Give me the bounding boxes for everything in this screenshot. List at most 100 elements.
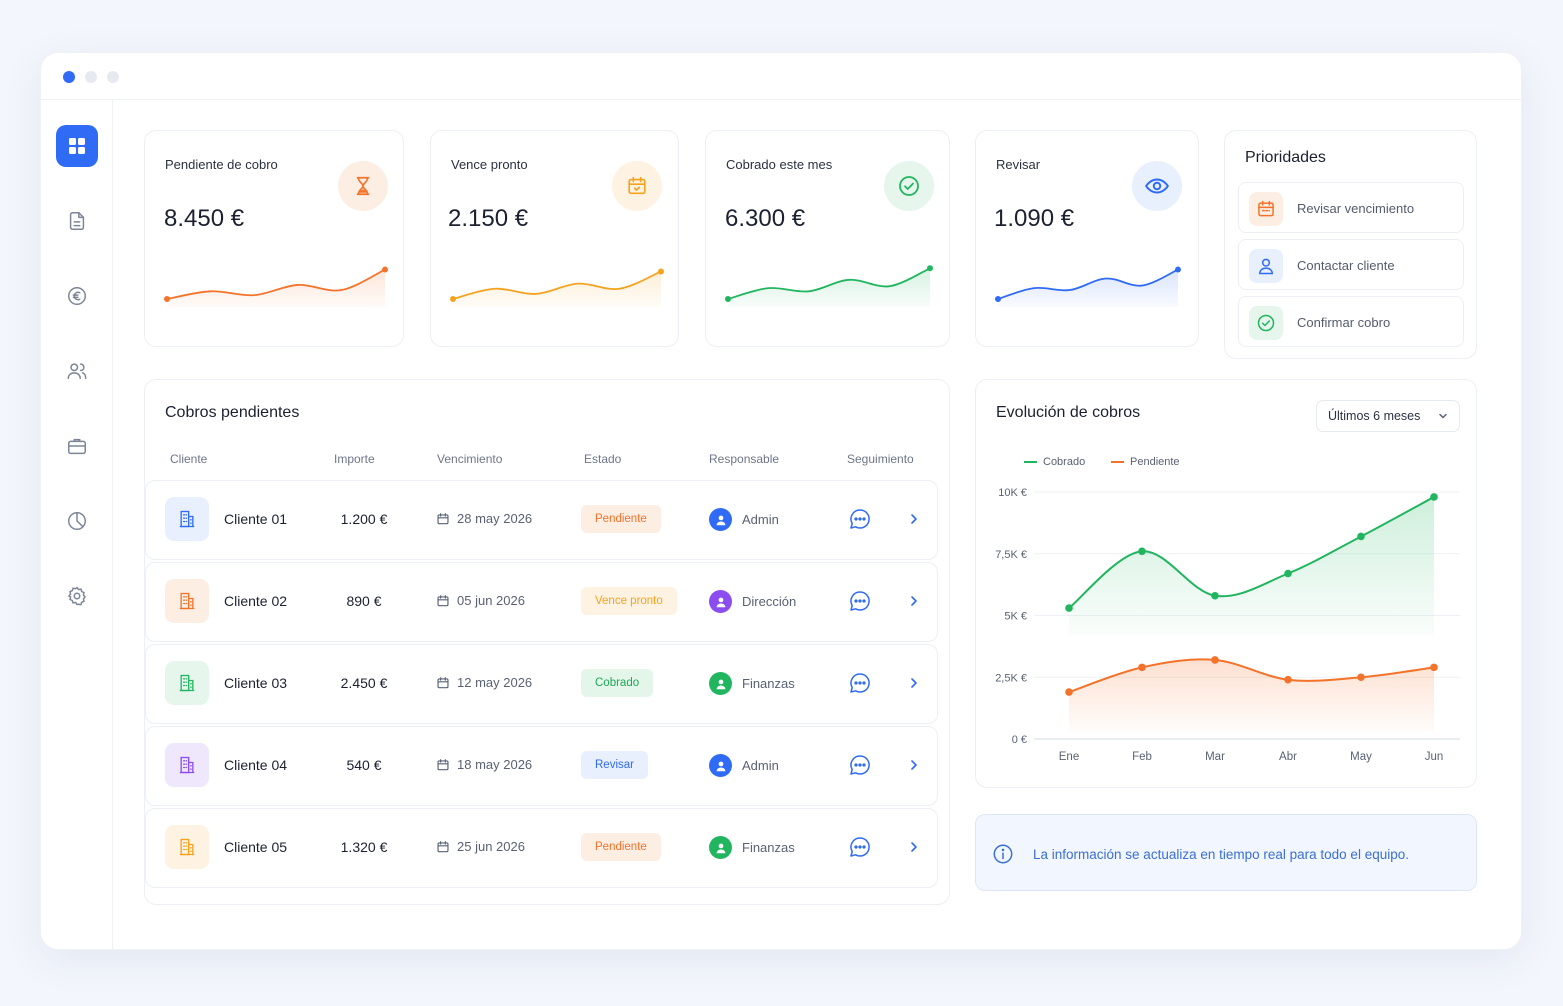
- due-date: 18 may 2026: [436, 757, 532, 772]
- data-point[interactable]: [1138, 663, 1146, 672]
- owner-name: Admin: [742, 512, 779, 527]
- window-dot-active[interactable]: [63, 71, 75, 83]
- info-banner: La información se actualiza en tiempo re…: [975, 814, 1477, 891]
- kpi-sparkline: [164, 266, 388, 307]
- collections-table-card: Cobros pendientes Cliente Importe Vencim…: [144, 379, 950, 905]
- sparkline-end-point: [658, 268, 664, 275]
- amount: 1.200 €: [340, 511, 388, 527]
- legend-swatch: [1111, 461, 1124, 463]
- priorities-panel: Prioridades Revisar vencimiento Contacta…: [1224, 130, 1477, 359]
- kpi-sparkline: [995, 266, 1181, 307]
- amount: 1.320 €: [340, 839, 388, 855]
- sidebar: [41, 100, 113, 951]
- chevron-right-icon[interactable]: [908, 593, 920, 609]
- priority-icon-badge: [1249, 192, 1283, 226]
- table-row[interactable]: Cliente 05 1.320 € 25 jun 2026 Pendiente Fin…: [145, 808, 938, 888]
- legend-label: Cobrado: [1043, 456, 1086, 468]
- status-badge: Pendiente: [581, 505, 661, 533]
- avatar: [709, 508, 732, 531]
- due-date-text: 28 may 2026: [457, 511, 533, 526]
- evolution-chart-card: Evolución de cobros Últimos 6 meses Cobr…: [975, 379, 1477, 788]
- kpi-icon-badge: [612, 161, 662, 211]
- chevron-right-icon[interactable]: [908, 675, 920, 691]
- window-dot-3[interactable]: [107, 71, 119, 83]
- chat-bubble-icon[interactable]: [848, 835, 872, 859]
- y-tick-label: 10K €: [998, 487, 1027, 499]
- legend-label: Pendiente: [1130, 456, 1180, 468]
- amount: 2.450 €: [340, 675, 388, 691]
- chevron-right-icon[interactable]: [908, 839, 920, 855]
- column-header-amount[interactable]: Importe: [334, 452, 375, 466]
- nav-clients[interactable]: [56, 350, 98, 392]
- chevron-right-icon[interactable]: [908, 511, 920, 527]
- table-row[interactable]: Cliente 04 540 € 18 may 2026 Revisar Admin: [145, 726, 938, 806]
- status-badge: Cobrado: [581, 669, 654, 697]
- nav-payments[interactable]: [56, 275, 98, 317]
- owner-name: Finanzas: [742, 840, 795, 855]
- nav-dashboard[interactable]: [56, 125, 98, 167]
- avatar: [709, 590, 732, 613]
- table-row[interactable]: Cliente 03 2.450 € 12 may 2026 Cobrado Finan…: [145, 644, 938, 724]
- calendar-icon: [1258, 200, 1274, 217]
- due-date: 25 jun 2026: [436, 839, 525, 854]
- priority-item-contact-client[interactable]: Contactar cliente: [1238, 239, 1464, 290]
- due-date-text: 18 may 2026: [457, 757, 533, 772]
- chart-title: Evolución de cobros: [996, 404, 1141, 421]
- euro-icon: [68, 287, 86, 305]
- sparkline-end-point: [927, 265, 933, 272]
- data-point[interactable]: [1065, 604, 1073, 612]
- priority-item-confirm-payment[interactable]: Confirmar cobro: [1238, 296, 1464, 347]
- data-point[interactable]: [1357, 673, 1365, 682]
- data-point[interactable]: [1065, 688, 1073, 696]
- data-point[interactable]: [1211, 591, 1219, 600]
- chat-bubble-icon[interactable]: [848, 671, 872, 695]
- nav-portfolio[interactable]: [56, 425, 98, 467]
- owner: Finanzas: [709, 672, 795, 695]
- client-name: Cliente 03: [224, 675, 288, 691]
- user-icon: [716, 597, 725, 607]
- user-icon: [716, 515, 725, 525]
- user-icon: [716, 761, 725, 771]
- chat-bubble-icon[interactable]: [848, 589, 872, 613]
- nav-documents[interactable]: [56, 200, 98, 242]
- period-select[interactable]: Últimos 6 meses: [1316, 400, 1460, 432]
- sparkline-end-point: [382, 266, 388, 273]
- data-point[interactable]: [1357, 532, 1365, 541]
- column-header-client[interactable]: Cliente: [170, 452, 207, 466]
- chevron-right-icon[interactable]: [908, 757, 920, 773]
- calendar-icon: [437, 676, 449, 688]
- nav-reports[interactable]: [56, 500, 98, 542]
- sparkline-area: [998, 269, 1178, 307]
- owner: Admin: [709, 754, 779, 777]
- sparkline-start-point: [450, 296, 456, 302]
- legend-swatch: [1024, 461, 1037, 463]
- data-point[interactable]: [1284, 569, 1292, 578]
- column-header-due[interactable]: Vencimiento: [437, 452, 502, 466]
- table-row[interactable]: Cliente 01 1.200 € 28 may 2026 Pendiente Adm…: [145, 480, 938, 560]
- table-row[interactable]: Cliente 02 890 € 05 jun 2026 Vence pronto Di…: [145, 562, 938, 642]
- sparkline-start-point: [164, 296, 170, 302]
- data-point[interactable]: [1284, 675, 1292, 684]
- data-point[interactable]: [1211, 656, 1219, 664]
- x-tick-label: Feb: [1132, 751, 1152, 763]
- nav-settings[interactable]: [56, 575, 98, 617]
- priority-item-review-due[interactable]: Revisar vencimiento: [1238, 182, 1464, 233]
- column-header-status[interactable]: Estado: [584, 452, 621, 466]
- priorities-title: Prioridades: [1245, 149, 1326, 166]
- column-header-owner[interactable]: Responsable: [709, 452, 779, 466]
- users-icon: [67, 363, 87, 380]
- chevron-down-icon: [1439, 413, 1447, 419]
- window-dot-2[interactable]: [85, 71, 97, 83]
- column-header-followup[interactable]: Seguimiento: [847, 452, 914, 466]
- data-point[interactable]: [1430, 663, 1438, 672]
- data-point[interactable]: [1138, 547, 1146, 556]
- legend-item-collected: Cobrado: [1024, 456, 1085, 468]
- kpi-label: Pendiente de cobro: [165, 157, 278, 172]
- chat-bubble-icon[interactable]: [848, 753, 872, 777]
- kpi-label: Cobrado este mes: [726, 157, 833, 172]
- data-point[interactable]: [1430, 493, 1438, 501]
- chat-bubble-icon[interactable]: [848, 507, 872, 531]
- kpi-card-review: Revisar 1.090 €: [975, 130, 1199, 347]
- check-circle-icon: [899, 176, 919, 196]
- kpi-icon-badge: [884, 161, 934, 211]
